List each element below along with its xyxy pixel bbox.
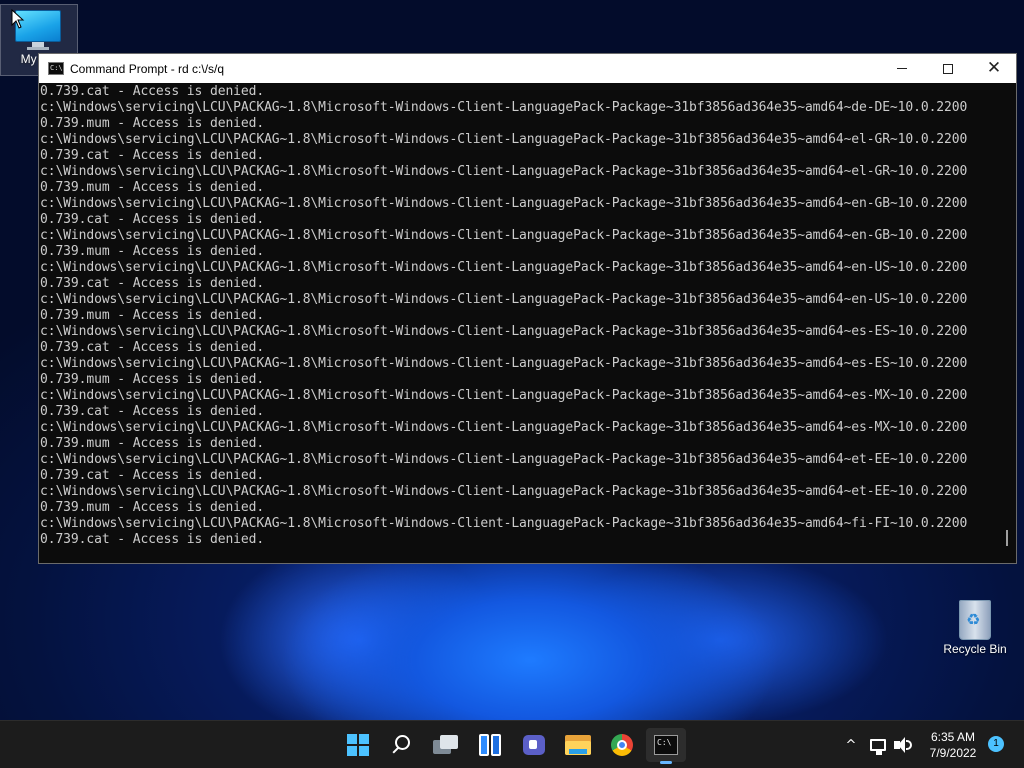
console-line: c:\Windows\servicing\LCU\PACKAG~1.8\Micr… xyxy=(40,260,968,275)
console-line: c:\Windows\servicing\LCU\PACKAG~1.8\Micr… xyxy=(40,356,968,371)
console-line: 0.739.mum - Access is denied. xyxy=(40,116,265,131)
console-line: c:\Windows\servicing\LCU\PACKAG~1.8\Micr… xyxy=(40,292,968,307)
console-line: 0.739.mum - Access is denied. xyxy=(40,180,265,195)
start-button[interactable] xyxy=(338,728,378,762)
console-output[interactable]: 0.739.cat - Access is denied. c:\Windows\… xyxy=(39,83,1016,563)
scrollbar-thumb[interactable] xyxy=(1006,530,1008,546)
console-line: c:\Windows\servicing\LCU\PACKAG~1.8\Micr… xyxy=(40,452,968,467)
console-line: c:\Windows\servicing\LCU\PACKAG~1.8\Micr… xyxy=(40,132,968,147)
command-prompt-taskbar-button[interactable]: C:\ xyxy=(646,728,686,764)
task-view-button[interactable] xyxy=(426,728,466,762)
clock-time: 6:35 AM xyxy=(930,730,976,744)
minimize-icon xyxy=(897,68,907,69)
chat-button[interactable] xyxy=(514,728,554,762)
console-line: 0.739.mum - Access is denied. xyxy=(40,500,265,515)
console-line: c:\Windows\servicing\LCU\PACKAG~1.8\Micr… xyxy=(40,164,968,179)
desktop-icon-recycle-bin[interactable]: ♻ Recycle Bin xyxy=(937,596,1013,656)
minimize-button[interactable] xyxy=(879,54,925,83)
console-line: c:\Windows\servicing\LCU\PACKAG~1.8\Micr… xyxy=(40,516,968,531)
volume-button[interactable] xyxy=(894,721,912,768)
task-view-icon xyxy=(433,735,459,755)
console-line: 0.739.cat - Access is denied. xyxy=(40,148,265,163)
console-line: 0.739.mum - Access is denied. xyxy=(40,436,265,451)
console-line: 0.739.cat - Access is denied. xyxy=(40,468,265,483)
widgets-icon xyxy=(479,734,501,756)
console-line: c:\Windows\servicing\LCU\PACKAG~1.8\Micr… xyxy=(40,196,968,211)
console-line: 0.739.cat - Access is denied. xyxy=(40,532,265,547)
close-button[interactable]: ✕ xyxy=(971,54,1017,83)
console-line: 0.739.cat - Access is denied. xyxy=(40,212,265,227)
notification-badge[interactable]: 1 xyxy=(988,736,1004,752)
show-hidden-icons-button[interactable]: ^ xyxy=(840,721,862,768)
console-line: 0.739.cat - Access is denied. xyxy=(40,340,265,355)
window-title: Command Prompt - rd c:\/s/q xyxy=(70,61,225,76)
console-line: 0.739.cat - Access is denied. xyxy=(40,84,265,99)
recycle-bin-icon: ♻ xyxy=(957,596,993,640)
widgets-button[interactable] xyxy=(470,728,510,762)
chrome-icon xyxy=(611,734,633,756)
chrome-button[interactable] xyxy=(602,728,642,762)
console-line: 0.739.cat - Access is denied. xyxy=(40,404,265,419)
folder-icon xyxy=(565,735,591,755)
network-icon xyxy=(870,739,886,755)
volume-icon xyxy=(894,737,912,753)
console-line: c:\Windows\servicing\LCU\PACKAG~1.8\Micr… xyxy=(40,228,968,243)
clock[interactable]: 6:35 AM 7/9/2022 xyxy=(918,729,988,761)
maximize-button[interactable] xyxy=(925,54,971,83)
file-explorer-button[interactable] xyxy=(558,728,598,762)
taskbar: C:\ ^ 6:35 AM 7/9/2022 xyxy=(0,720,1024,768)
console-line: c:\Windows\servicing\LCU\PACKAG~1.8\Micr… xyxy=(40,324,968,339)
desktop-icon-label: Recycle Bin xyxy=(943,642,1007,656)
network-button[interactable] xyxy=(870,721,886,768)
console-line: c:\Windows\servicing\LCU\PACKAG~1.8\Micr… xyxy=(40,388,968,403)
chevron-up-icon: ^ xyxy=(845,737,857,753)
console-line: 0.739.cat - Access is denied. xyxy=(40,276,265,291)
console-line: c:\Windows\servicing\LCU\PACKAG~1.8\Micr… xyxy=(40,100,968,115)
clock-date: 7/9/2022 xyxy=(929,746,977,760)
terminal-icon[interactable]: C:\ xyxy=(48,62,64,75)
console-line: 0.739.mum - Access is denied. xyxy=(40,308,265,323)
console-line: 0.739.mum - Access is denied. xyxy=(40,244,265,259)
search-button[interactable] xyxy=(382,728,422,762)
command-prompt-window[interactable]: C:\ Command Prompt - rd c:\/s/q ✕ 0.739.… xyxy=(38,53,1017,564)
close-icon: ✕ xyxy=(986,58,1002,78)
terminal-icon: C:\ xyxy=(654,735,678,755)
search-icon xyxy=(391,734,413,756)
console-line: c:\Windows\servicing\LCU\PACKAG~1.8\Micr… xyxy=(40,420,968,435)
console-line: c:\Windows\servicing\LCU\PACKAG~1.8\Micr… xyxy=(40,484,968,499)
console-line: 0.739.mum - Access is denied. xyxy=(40,372,265,387)
maximize-icon xyxy=(943,63,953,74)
teams-chat-icon xyxy=(523,735,545,755)
windows-logo-icon xyxy=(347,734,369,756)
title-bar[interactable]: C:\ Command Prompt - rd c:\/s/q ✕ xyxy=(39,54,1016,83)
